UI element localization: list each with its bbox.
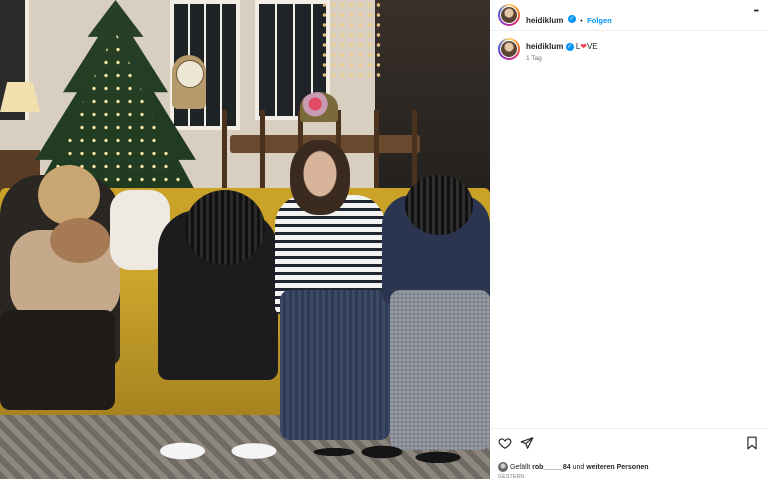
hanging-ornaments <box>320 0 380 80</box>
header-separator: • <box>580 18 583 25</box>
paper-plane-icon[interactable] <box>520 436 534 450</box>
right-dreadlocks <box>405 175 473 235</box>
likes-prefix: Gefällt <box>509 463 531 471</box>
post-photo[interactable] <box>0 0 490 479</box>
verified-badge-icon: ✓ <box>565 42 574 51</box>
heart-outline-icon[interactable] <box>498 436 512 450</box>
likes-row: Gefällt rob_____84 und weiteren Personen <box>498 462 649 472</box>
caption-text: L❤VE <box>575 42 598 51</box>
caption-avatar[interactable] <box>498 38 520 60</box>
sneakers <box>150 415 280 475</box>
likes-middle: und <box>572 463 585 471</box>
child-hair <box>50 218 110 263</box>
legs-dark-left <box>0 310 115 410</box>
bookmark-icon[interactable] <box>746 436 758 450</box>
black-boots <box>310 425 470 479</box>
caption: heidiklum ✓ L❤VE 1 Tag <box>490 36 768 76</box>
dreadlocks-hair <box>185 190 265 265</box>
person-left-hair <box>38 165 100 225</box>
post-header: heidiklum ✓ • Folgen ••• <box>490 0 768 30</box>
likes-others[interactable]: weiteren Personen <box>586 464 648 471</box>
caption-time[interactable]: 1 Tag <box>526 55 542 62</box>
header-avatar[interactable] <box>498 4 520 26</box>
actions-divider <box>490 428 768 429</box>
action-bar <box>490 432 768 456</box>
post-sidebar: heidiklum ✓ • Folgen ••• heidiklum ✓ L❤V… <box>490 0 768 480</box>
header-username[interactable]: heidiklum <box>526 16 563 25</box>
flower-vase <box>300 92 338 122</box>
likes-user[interactable]: rob_____84 <box>532 464 571 471</box>
man-trousers <box>280 290 390 440</box>
heart-emoji: ❤ <box>580 42 587 51</box>
follow-button[interactable]: Folgen <box>587 16 612 25</box>
post-date: GESTERN <box>498 474 525 480</box>
more-dots-icon[interactable]: ••• <box>754 8 759 15</box>
header-divider <box>490 30 768 31</box>
liker-avatar[interactable] <box>498 462 508 472</box>
clock-face <box>176 60 204 88</box>
caption-username[interactable]: heidiklum <box>526 42 563 51</box>
verified-badge-icon: ✓ <box>567 14 576 23</box>
man-head <box>290 140 350 215</box>
